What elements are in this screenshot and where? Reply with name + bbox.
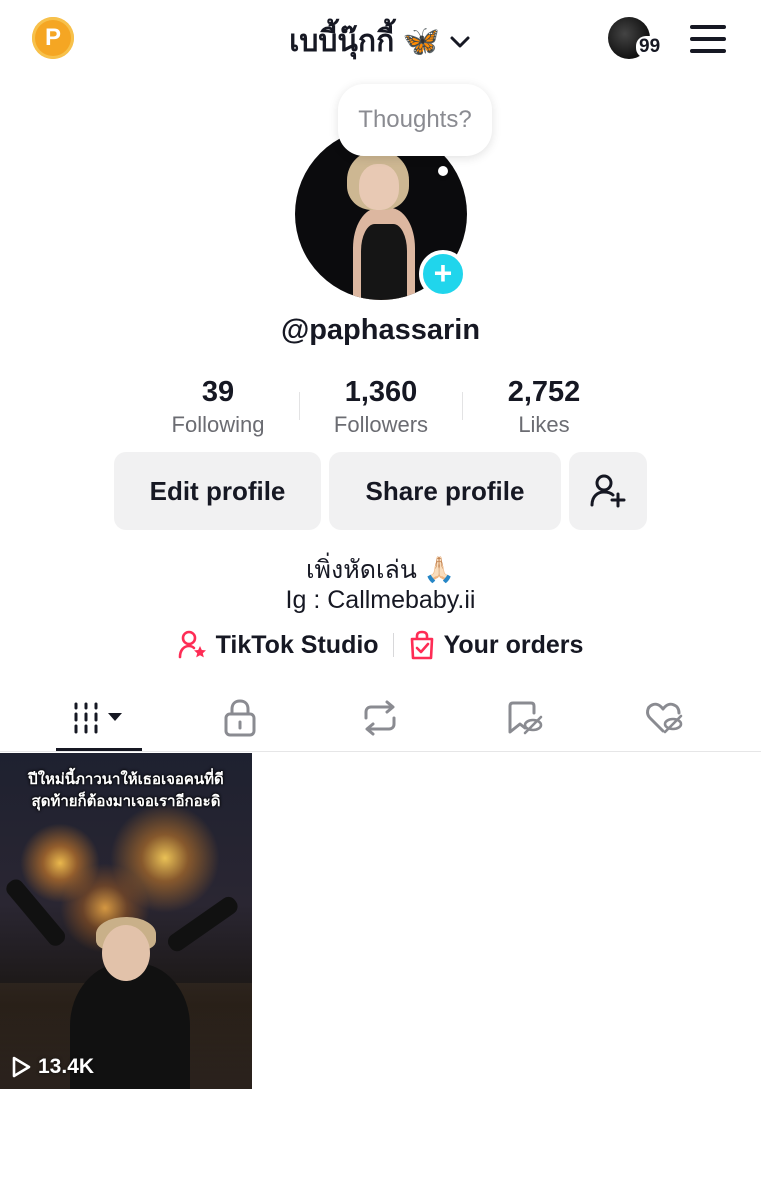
shopping-bag-icon	[410, 630, 433, 660]
tab-liked[interactable]	[624, 684, 704, 752]
tab-videos[interactable]	[56, 684, 142, 752]
repost-icon	[364, 700, 396, 736]
caption-line-2: สุดท้ายก็ต้องมาเจอเราอีกอะดิ	[31, 793, 221, 810]
share-profile-button[interactable]: Share profile	[329, 452, 561, 530]
stat-followers[interactable]: 1,360 Followers	[299, 374, 463, 440]
bookmark-hidden-icon	[508, 701, 543, 735]
bubble-tail	[438, 166, 448, 176]
stat-following[interactable]: 39 Following	[136, 374, 300, 440]
caption-line-1: ปีใหม่นี้ภาวนาให้เธอเจอคนที่ดี	[28, 771, 224, 788]
thoughts-bubble[interactable]: Thoughts?	[338, 84, 492, 156]
tiktok-studio-label: TikTok Studio	[215, 630, 379, 659]
stat-likes[interactable]: 2,752 Likes	[462, 374, 626, 440]
tab-favorites[interactable]	[484, 684, 564, 752]
edit-profile-button[interactable]: Edit profile	[114, 452, 321, 530]
stat-value: 2,752	[507, 376, 581, 408]
videos-grid-icon	[74, 702, 122, 734]
your-orders-label: Your orders	[443, 630, 584, 659]
tab-reposts[interactable]	[340, 684, 420, 752]
plus-icon: +	[433, 255, 453, 291]
video-thumbnail[interactable]: ปีใหม่นี้ภาวนาให้เธอเจอคนที่ดี สุดท้ายก็…	[0, 753, 252, 1089]
bio-line-1: เพิ่งหัดเล่น 🙏🏻	[306, 556, 455, 584]
play-icon	[12, 1056, 31, 1078]
lock-icon	[224, 699, 256, 737]
account-name: เบบี้นุ๊กกี้ 🦋	[289, 25, 440, 58]
stat-value: 39	[201, 376, 235, 408]
chevron-down-icon	[450, 36, 470, 47]
stat-value: 1,360	[344, 376, 418, 408]
menu-icon[interactable]	[690, 25, 726, 53]
profile-stats: 39 Following 1,360 Followers 2,752 Likes	[136, 374, 626, 440]
active-tab-indicator	[56, 748, 142, 751]
stat-label: Following	[171, 412, 265, 437]
profile-links: TikTok Studio Your orders	[0, 626, 761, 664]
tab-private[interactable]	[200, 684, 280, 752]
view-count: 13.4K	[10, 1055, 94, 1079]
liked-hidden-icon	[646, 702, 683, 734]
notification-count-badge: 99	[636, 36, 664, 58]
thoughts-text: Thoughts?	[358, 106, 472, 133]
add-story-button[interactable]: +	[419, 250, 467, 298]
bio-line-2: Ig : Callmebaby.ii	[285, 586, 476, 614]
tiktok-studio-link[interactable]: TikTok Studio	[178, 630, 379, 660]
view-count-value: 13.4K	[38, 1055, 95, 1078]
stat-label: Followers	[333, 412, 429, 437]
video-caption: ปีใหม่นี้ภาวนาให้เธอเจอคนที่ดี สุดท้ายก็…	[0, 769, 252, 813]
your-orders-link[interactable]: Your orders	[408, 630, 584, 660]
add-friends-button[interactable]	[569, 452, 647, 530]
add-user-icon	[590, 474, 626, 508]
content-tabs	[0, 684, 761, 752]
stat-label: Likes	[518, 412, 570, 437]
profile-handle: @paphassarin	[280, 314, 481, 346]
link-divider	[392, 633, 394, 657]
top-bar: P เบบี้นุ๊กกี้ 🦋 99	[0, 0, 761, 80]
studio-icon	[178, 630, 206, 659]
